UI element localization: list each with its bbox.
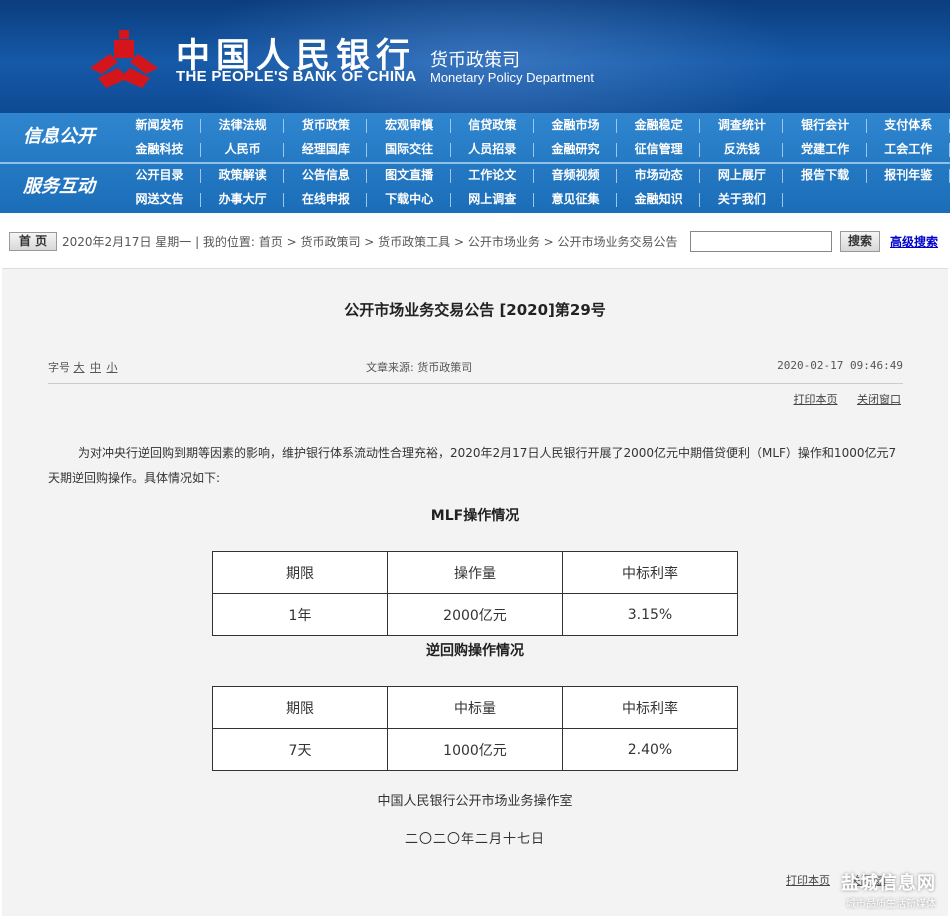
nav-item[interactable]: 信贷政策	[451, 113, 534, 138]
search-input[interactable]	[690, 231, 832, 252]
nav-item[interactable]: 公开目录	[118, 163, 201, 188]
table-cell: 1年	[212, 593, 388, 636]
table-header-row: 期限 操作量 中标利率	[212, 551, 738, 594]
article-actions-top: 打印本页 关闭窗口	[778, 391, 902, 407]
font-size-label: 字号	[48, 361, 70, 374]
nav-item[interactable]: 网上调查	[451, 187, 534, 212]
nav-item[interactable]: 调查统计	[700, 113, 784, 138]
table-row: 1年 2000亿元 3.15%	[212, 593, 738, 636]
nav-item[interactable]: 报刊年鉴	[867, 163, 950, 188]
nav-item[interactable]: 人民币	[201, 137, 285, 162]
meta-divider	[48, 383, 903, 384]
breadcrumb-bar: 首 页 2020年2月17日 星期一 | 我的位置: 首页 > 货币政策司 > …	[0, 225, 950, 253]
bank-name-en: THE PEOPLE'S BANK OF CHINA	[176, 68, 417, 85]
close-window-link[interactable]: 关闭窗口	[857, 393, 901, 406]
table-cell: 3.15%	[562, 593, 738, 636]
watermark: 盐城信息网 城市品质生活新媒体	[841, 869, 936, 910]
nav-item[interactable]: 金融市场	[534, 113, 617, 138]
repo-section-title: 逆回购操作情况	[426, 643, 524, 659]
breadcrumb: 2020年2月17日 星期一 | 我的位置: 首页 > 货币政策司 > 货币政策…	[62, 235, 678, 249]
home-button[interactable]: 首 页	[9, 232, 57, 251]
article-title: 公开市场业务交易公告 [2020]第29号	[344, 301, 606, 319]
table-header-cell: 中标量	[387, 686, 563, 729]
table-header-cell: 期限	[212, 686, 388, 729]
nav-item[interactable]: 报告下载	[784, 163, 867, 188]
search-button[interactable]: 搜索	[840, 231, 880, 252]
nav-item[interactable]: 征信管理	[617, 137, 701, 162]
table-cell: 7天	[212, 728, 388, 771]
article-panel: 公开市场业务交易公告 [2020]第29号 字号 大 中 小 文章来源: 货币政…	[2, 268, 948, 916]
nav-item[interactable]: 网上展厅	[700, 163, 784, 188]
advanced-search-link[interactable]: 高级搜索	[890, 233, 938, 250]
issue-date: 二〇二〇年二月十七日	[404, 832, 545, 847]
nav-item[interactable]: 在线申报	[284, 187, 368, 212]
article-datetime: 2020-02-17 09:46:49	[777, 359, 903, 372]
nav-item[interactable]: 货币政策	[284, 113, 368, 138]
nav-item[interactable]: 音频视频	[534, 163, 617, 188]
print-link-bottom[interactable]: 打印本页	[786, 874, 830, 887]
nav-item[interactable]: 办事大厅	[201, 187, 285, 212]
nav-item[interactable]: 宏观审慎	[368, 113, 451, 138]
nav-item[interactable]: 网送文告	[118, 187, 201, 212]
nav-item[interactable]: 关于我们	[700, 187, 784, 212]
nav-item[interactable]: 人员招录	[451, 137, 534, 162]
nav-group-info: 信息公开	[23, 126, 95, 147]
table-header-cell: 操作量	[387, 551, 563, 594]
nav-item[interactable]: 法律法规	[201, 113, 285, 138]
print-link[interactable]: 打印本页	[794, 393, 838, 406]
nav-item[interactable]: 工会工作	[867, 137, 950, 162]
dept-name-cn: 货币政策司	[430, 50, 520, 71]
nav-item[interactable]: 市场动态	[617, 163, 701, 188]
table-header-cell: 中标利率	[562, 551, 738, 594]
nav-item[interactable]: 政策解读	[201, 163, 285, 188]
table-header-cell: 期限	[212, 551, 388, 594]
nav-item[interactable]: 反洗钱	[700, 137, 784, 162]
table-row: 7天 1000亿元 2.40%	[212, 728, 738, 771]
pboc-emblem-icon	[90, 30, 158, 88]
font-size-controls: 字号 大 中 小	[48, 359, 120, 375]
font-size-medium[interactable]: 中	[90, 361, 101, 374]
nav-item[interactable]: 公告信息	[284, 163, 368, 188]
nav-grid: 新闻发布 法律法规 货币政策 宏观审慎 信贷政策 金融市场 金融稳定 调查统计 银行会计 支付体系…	[118, 113, 950, 213]
nav-item[interactable]: 支付体系	[867, 113, 950, 138]
nav-item[interactable]: 意见征集	[534, 187, 617, 212]
watermark-tagline: 城市品质生活新媒体	[846, 899, 936, 910]
nav-item[interactable]: 金融知识	[617, 187, 701, 212]
nav-item[interactable]: 新闻发布	[118, 113, 201, 138]
nav-item[interactable]: 金融科技	[118, 137, 201, 162]
font-size-small[interactable]: 小	[107, 361, 118, 374]
issuing-office: 中国人民银行公开市场业务操作室	[377, 794, 573, 809]
article-paragraph: 为对冲央行逆回购到期等因素的影响，维护银行体系流动性合理充裕，2020年2月17…	[48, 446, 897, 485]
nav-group-service: 服务互动	[23, 176, 95, 197]
nav-item[interactable]: 下载中心	[368, 187, 451, 212]
dept-name-en: Monetary Policy Department	[430, 70, 595, 85]
font-size-large[interactable]: 大	[74, 361, 85, 374]
table-cell: 1000亿元	[387, 728, 563, 771]
nav-item[interactable]: 金融研究	[534, 137, 617, 162]
article-meta: 字号 大 中 小 文章来源: 货币政策司 2020-02-17 09:46:49	[48, 359, 903, 375]
site-header: 中国人民银行 THE PEOPLE'S BANK OF CHINA 货币政策司 …	[0, 0, 950, 113]
nav-item[interactable]: 党建工作	[784, 137, 867, 162]
mlf-table: 期限 操作量 中标利率 1年 2000亿元 3.15%	[212, 551, 738, 636]
table-cell: 2000亿元	[387, 593, 563, 636]
nav-item[interactable]: 工作论文	[451, 163, 534, 188]
watermark-title: 盐城信息网	[841, 873, 936, 894]
nav-item[interactable]: 图文直播	[368, 163, 451, 188]
article-source: 文章来源: 货币政策司	[366, 361, 473, 374]
nav-item[interactable]: 金融稳定	[617, 113, 701, 138]
nav-item[interactable]: 银行会计	[784, 113, 867, 138]
table-header-row: 期限 中标量 中标利率	[212, 686, 738, 729]
main-nav: 信息公开 服务互动 新闻发布 法律法规 货币政策 宏观审慎 信贷政策 金融市场 金融稳定 调查…	[0, 113, 950, 213]
nav-item[interactable]: 国际交往	[368, 137, 451, 162]
nav-item[interactable]: 经理国库	[284, 137, 368, 162]
table-cell: 2.40%	[562, 728, 738, 771]
reverse-repo-table: 期限 中标量 中标利率 7天 1000亿元 2.40%	[212, 686, 738, 771]
mlf-section-title: MLF操作情况	[430, 508, 520, 524]
table-header-cell: 中标利率	[562, 686, 738, 729]
